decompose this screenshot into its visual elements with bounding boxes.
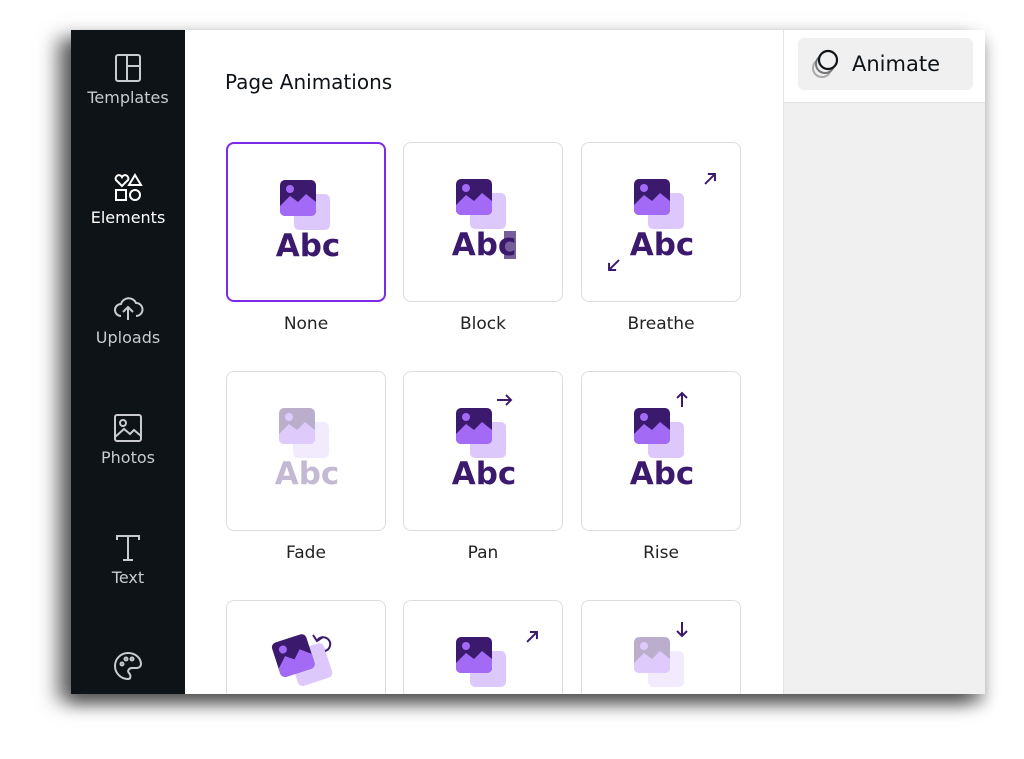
animation-label: Fade [286, 543, 326, 563]
sidebar-item-label: Uploads [95, 328, 161, 347]
animation-label: Rise [643, 543, 679, 563]
animation-option-rise[interactable]: Abc [581, 371, 741, 531]
animation-preview-icon: Abc [275, 408, 340, 492]
photo-icon [114, 414, 142, 442]
animation-option-block[interactable]: Abc [403, 142, 563, 302]
animation-preview-icon: Abc [276, 180, 341, 264]
svg-text:Abc: Abc [630, 456, 695, 492]
animation-option-pan[interactable]: Abc [403, 371, 563, 531]
sidebar-item-label: Text [111, 568, 145, 587]
animation-preview-icon [271, 634, 333, 686]
animation-option-fade[interactable]: Abc [226, 371, 386, 531]
animation-label: Block [460, 314, 506, 334]
animation-label: None [283, 314, 329, 334]
animation-option-tumble[interactable] [226, 600, 386, 694]
elements-icon [114, 173, 143, 201]
palette-icon [114, 651, 143, 681]
text-icon [116, 535, 140, 561]
animation-preview-icon: Abc [452, 394, 517, 492]
animation-preview-icon [456, 631, 538, 687]
sidebar-item-label: Photos [101, 448, 155, 467]
animation-label: Breathe [627, 314, 695, 334]
sidebar-item-label: Templates [87, 88, 169, 107]
top-toolbar: Animate [784, 30, 985, 103]
animation-option-drift[interactable] [581, 600, 741, 694]
animation-label: Pan [467, 543, 499, 563]
animation-preview-icon: Abc [630, 391, 695, 492]
svg-text:Abc: Abc [630, 227, 695, 263]
sidebar-item-text[interactable]: Text [71, 532, 185, 587]
sidebar-item-elements[interactable]: Elements [71, 172, 185, 227]
animation-option-breathe[interactable]: Abc [581, 142, 741, 302]
svg-text:Abc: Abc [452, 456, 517, 492]
sidebar: Templates Elements Uploads Photos Text [71, 30, 185, 694]
sidebar-item-templates[interactable]: Templates [71, 52, 185, 107]
sidebar-item-label: Elements [90, 208, 166, 227]
animation-preview-icon [634, 622, 688, 687]
animation-preview-icon: Abc [452, 179, 516, 263]
animations-panel: Page Animations Abc None Abc Block Abc Brea… [185, 30, 783, 694]
templates-icon [115, 54, 141, 82]
canvas-area: Animate [783, 30, 985, 694]
animate-icon [812, 49, 839, 78]
page-title: Page Animations [225, 70, 393, 94]
animation-option-pop[interactable] [403, 600, 563, 694]
sidebar-item-photos[interactable]: Photos [71, 412, 185, 467]
animate-button[interactable]: Animate [798, 38, 973, 90]
sidebar-item-uploads[interactable]: Uploads [71, 292, 185, 347]
svg-text:Abc: Abc [275, 456, 340, 492]
animation-option-none[interactable]: Abc [226, 142, 386, 302]
app-window: Templates Elements Uploads Photos Text P… [71, 30, 985, 694]
svg-text:Abc: Abc [276, 228, 341, 264]
animation-preview-icon: Abc [608, 173, 716, 271]
upload-cloud-icon [114, 297, 144, 320]
sidebar-item-styles[interactable] [71, 650, 185, 686]
animate-label: Animate [852, 52, 940, 76]
